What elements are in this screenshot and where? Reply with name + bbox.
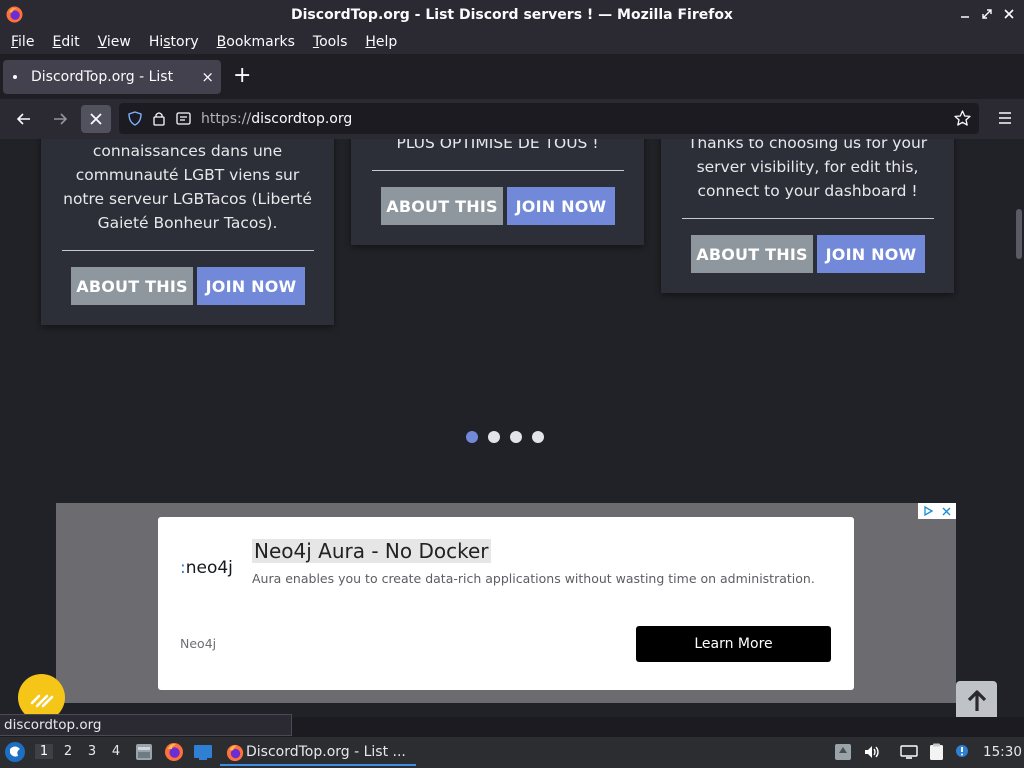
menu-tools[interactable]: Tools — [305, 34, 356, 50]
arrow-right-icon — [54, 113, 68, 125]
carousel-dot[interactable] — [466, 431, 478, 443]
join-now-button[interactable]: JOIN NOW — [197, 267, 305, 305]
file-manager-icon[interactable] — [134, 742, 154, 762]
firefox-icon — [6, 6, 23, 23]
tab-label: DiscordTop.org - List Disc — [31, 69, 173, 85]
tab-strip: DiscordTop.org - List Disc × + — [0, 54, 1024, 99]
lock-icon[interactable] — [151, 111, 167, 127]
workspace-1[interactable]: 1 — [35, 744, 53, 759]
page-content: connaissances dans une communauté LGBT v… — [0, 139, 1024, 717]
adchoices-icon[interactable] — [918, 503, 956, 519]
firefox-icon — [226, 744, 244, 762]
join-now-button[interactable]: JOIN NOW — [817, 235, 925, 273]
forward-button[interactable] — [45, 105, 75, 133]
workspace-3[interactable]: 3 — [83, 744, 101, 759]
stop-button[interactable] — [81, 105, 111, 133]
minimize-icon[interactable] — [954, 6, 976, 22]
menu-bar: File Edit View History Bookmarks Tools H… — [0, 29, 1024, 54]
new-tab-button[interactable]: + — [233, 64, 251, 88]
feedback-badge-icon[interactable] — [18, 674, 65, 717]
loading-icon — [13, 75, 17, 79]
about-this-button[interactable]: ABOUT THIS — [381, 187, 503, 225]
stop-x-icon — [90, 113, 102, 125]
about-this-button[interactable]: ABOUT THIS — [71, 267, 193, 305]
menu-edit[interactable]: Edit — [44, 34, 87, 50]
about-this-button[interactable]: ABOUT THIS — [691, 235, 813, 273]
window-title: DiscordTop.org - List Discord servers ! … — [291, 6, 733, 23]
back-button[interactable] — [9, 105, 39, 133]
arrow-left-icon — [16, 113, 30, 125]
navigation-bar: https://discordtop.org — [0, 99, 1024, 139]
ad-brand: Neo4j — [180, 636, 217, 651]
server-card: connaissances dans une communauté LGBT v… — [41, 139, 334, 325]
task-label: DiscordTop.org - List ... — [246, 744, 406, 760]
start-menu-icon[interactable] — [4, 741, 26, 763]
workspace-2[interactable]: 2 — [59, 744, 77, 759]
server-card: PLUS OPTIMISE DE TOUS ! ABOUT THIS JOIN … — [351, 139, 644, 245]
divider — [62, 250, 314, 251]
menu-help[interactable]: Help — [357, 34, 405, 50]
workspace-4[interactable]: 4 — [107, 744, 125, 759]
menu-view[interactable]: View — [90, 34, 139, 50]
server-description: Thanks to choosing us for your server vi… — [687, 139, 928, 200]
menu-file[interactable]: File — [3, 34, 42, 50]
menu-bookmarks[interactable]: Bookmarks — [209, 34, 303, 50]
advertisement: :neo4j Neo4j Aura - No Docker Aura enabl… — [56, 503, 956, 703]
carousel-dot[interactable] — [532, 431, 544, 443]
bookmark-star-icon[interactable] — [954, 110, 971, 131]
hamburger-menu-icon[interactable] — [998, 111, 1012, 129]
tab-close-icon[interactable]: × — [201, 68, 214, 86]
scroll-to-top-button[interactable] — [956, 681, 997, 717]
divider — [372, 170, 624, 171]
clock: 15:30 — [983, 744, 1022, 760]
carousel-dot[interactable] — [488, 431, 500, 443]
server-description: PLUS OPTIMISE DE TOUS ! — [396, 139, 599, 152]
network-icon[interactable] — [900, 743, 918, 761]
url-text: https://discordtop.org — [201, 110, 353, 127]
ad-headline[interactable]: Neo4j Aura - No Docker — [252, 539, 491, 563]
window-titlebar: DiscordTop.org - List Discord servers ! … — [0, 0, 1024, 29]
ad-card[interactable]: :neo4j Neo4j Aura - No Docker Aura enabl… — [158, 517, 854, 690]
arrow-up-icon — [967, 690, 986, 711]
divider — [682, 218, 934, 219]
learn-more-button[interactable]: Learn More — [636, 626, 831, 662]
carousel-dot[interactable] — [510, 431, 522, 443]
system-taskbar: 1 2 3 4 DiscordTop.org - List ... 15:30 — [0, 737, 1024, 768]
server-description: connaissances dans une communauté LGBT v… — [63, 142, 312, 232]
link-status-tooltip: discordtop.org — [0, 714, 292, 736]
desktop-icon[interactable] — [193, 742, 213, 762]
url-bar[interactable]: https://discordtop.org — [119, 103, 979, 134]
scrollbar-thumb[interactable] — [1016, 209, 1022, 259]
taskbar-firefox-task[interactable]: DiscordTop.org - List ... — [220, 740, 416, 766]
page-info-icon[interactable] — [175, 111, 191, 127]
menu-history[interactable]: History — [141, 34, 207, 50]
notification-icon[interactable] — [953, 743, 971, 761]
clipboard-icon[interactable] — [928, 743, 946, 761]
volume-icon[interactable] — [863, 743, 881, 761]
join-now-button[interactable]: JOIN NOW — [507, 187, 615, 225]
close-icon[interactable] — [998, 6, 1020, 22]
updates-tray-icon[interactable] — [834, 743, 852, 761]
carousel-indicators — [466, 431, 544, 443]
shield-icon[interactable] — [127, 111, 143, 127]
scrollbar[interactable] — [1014, 139, 1024, 717]
firefox-launcher-icon[interactable] — [164, 742, 184, 762]
ad-body: Aura enables you to create data-rich app… — [252, 571, 815, 586]
tab-discordtop[interactable]: DiscordTop.org - List Disc × — [3, 60, 221, 94]
neo4j-logo: :neo4j — [180, 558, 233, 578]
server-card: Thanks to choosing us for your server vi… — [661, 139, 954, 293]
maximize-icon[interactable] — [976, 6, 998, 22]
